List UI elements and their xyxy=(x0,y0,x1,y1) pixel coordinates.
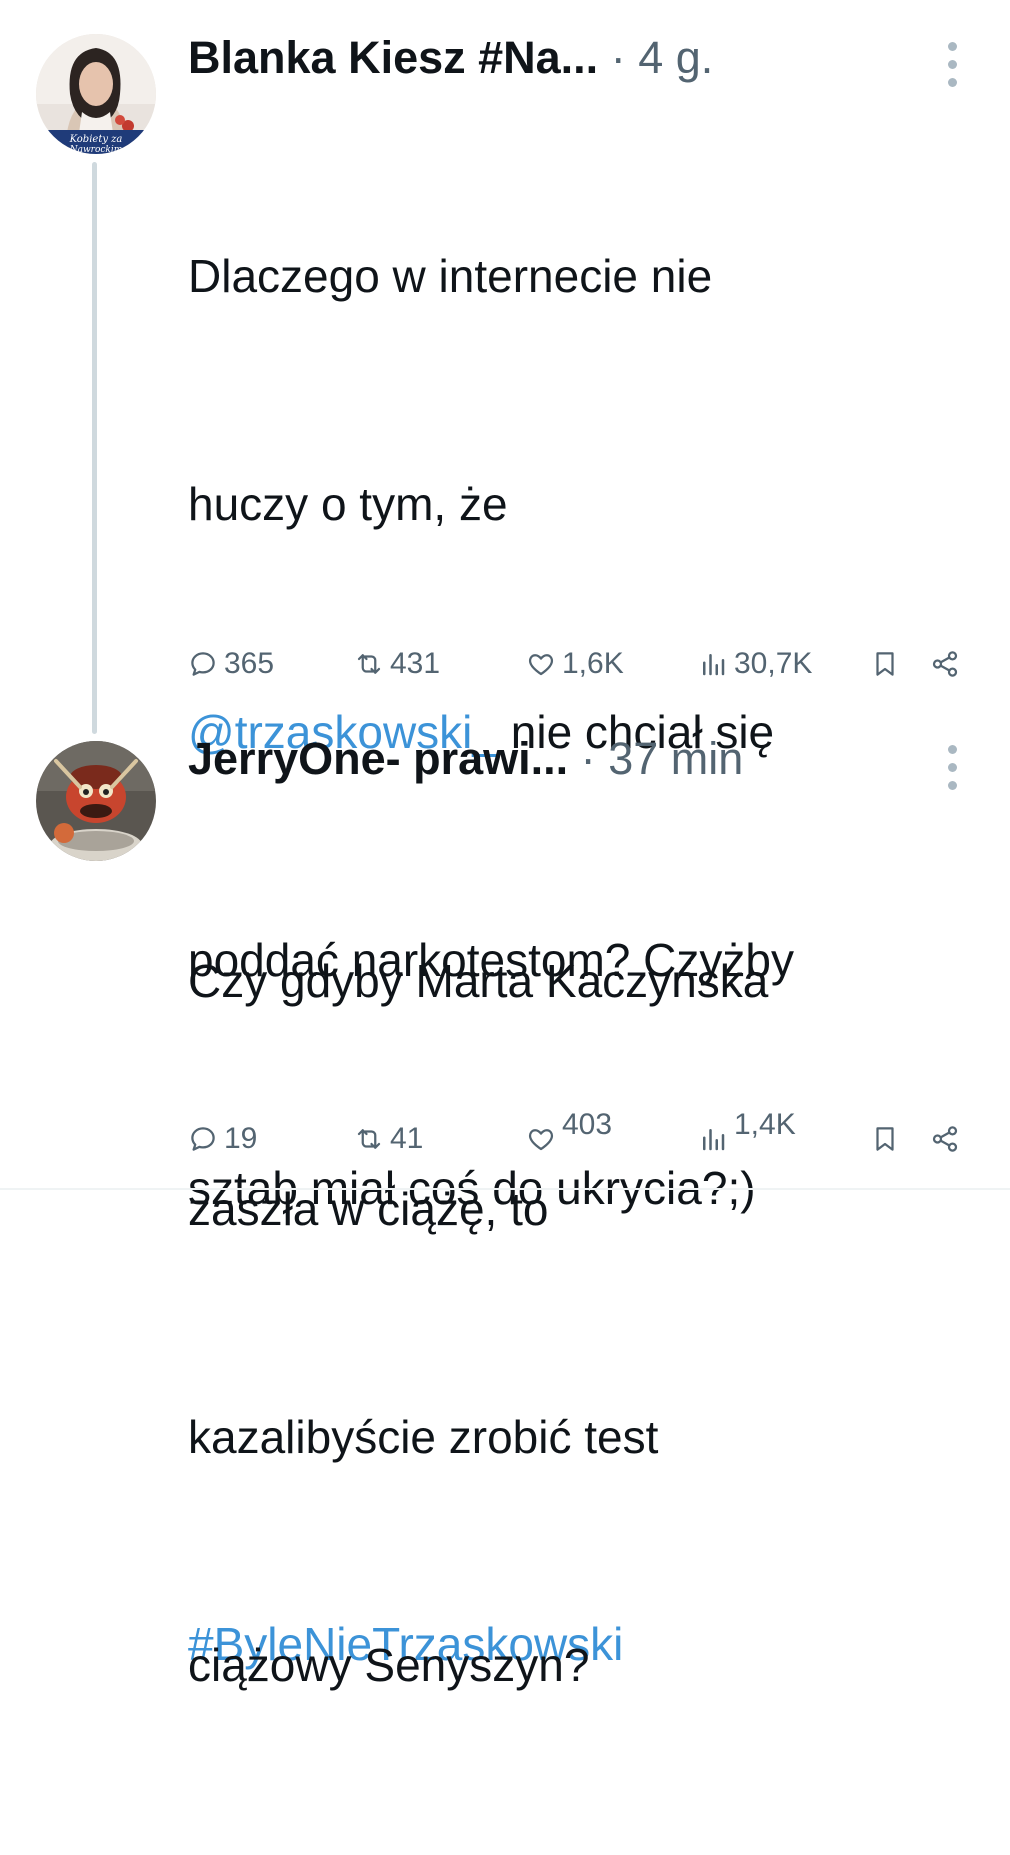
tweet-header: JerryOne- prawi... · 37 min xyxy=(188,729,743,789)
text-line: Czy gdyby Marta Kaczyńska xyxy=(188,955,769,1007)
share-icon xyxy=(930,649,960,679)
timestamp[interactable]: 4 g. xyxy=(638,32,713,83)
text-line: ciążowy Senyszyn? xyxy=(188,1639,590,1691)
reply-count: 19 xyxy=(224,1122,258,1155)
action-bar: 19 41 403 1,4K xyxy=(188,1108,978,1161)
reply-button[interactable]: 19 xyxy=(188,1117,257,1161)
views-icon xyxy=(698,1124,728,1154)
tweet-header: Blanka Kiesz #Na... · 4 g. xyxy=(188,28,713,88)
like-count: 1,6K xyxy=(562,647,624,680)
like-button[interactable]: 1,6K xyxy=(526,642,624,686)
text-line: huczy o tym, że xyxy=(188,478,508,530)
divider xyxy=(0,1188,1010,1190)
separator: · xyxy=(610,32,626,83)
reply-icon xyxy=(188,649,218,679)
retweet-button[interactable]: 41 xyxy=(354,1117,423,1161)
reply-count: 365 xyxy=(224,647,275,680)
share-icon xyxy=(930,1124,960,1154)
svg-text:Nawrockim: Nawrockim xyxy=(69,145,123,154)
retweet-button[interactable]: 431 xyxy=(354,642,440,686)
tweet-text: Czy gdyby Marta Kaczyńska zaszła w ciążę… xyxy=(188,791,988,1855)
share-button[interactable] xyxy=(930,1117,960,1161)
like-icon xyxy=(526,649,556,679)
text-line: Dlaczego w internecie nie xyxy=(188,250,713,302)
bookmark-icon xyxy=(870,649,900,679)
svg-text:Kobiety za: Kobiety za xyxy=(69,134,123,145)
more-icon[interactable] xyxy=(946,42,958,87)
share-button[interactable] xyxy=(930,642,960,686)
avatar[interactable] xyxy=(36,741,156,861)
views-count: 1,4K xyxy=(734,1108,796,1141)
timestamp[interactable]: 37 min xyxy=(608,733,743,784)
bookmark-icon xyxy=(870,1124,900,1154)
views-button[interactable]: 1,4K xyxy=(698,1108,796,1161)
author-name[interactable]: Blanka Kiesz #Na... xyxy=(188,32,598,83)
retweet-icon xyxy=(354,1124,384,1154)
retweet-count: 41 xyxy=(390,1122,424,1155)
more-icon[interactable] xyxy=(946,745,958,790)
text-line: zaszła w ciążę, to xyxy=(188,1183,549,1235)
separator: · xyxy=(580,733,596,784)
bookmark-button[interactable] xyxy=(870,642,900,686)
retweet-count: 431 xyxy=(390,647,441,680)
tweet-2[interactable]: JerryOne- prawi... · 37 min Czy gdyby Ma… xyxy=(0,733,1010,1691)
reply-icon xyxy=(188,1124,218,1154)
like-count: 403 xyxy=(562,1108,613,1141)
like-button[interactable]: 403 xyxy=(526,1108,612,1161)
reply-button[interactable]: 365 xyxy=(188,642,274,686)
views-icon xyxy=(698,649,728,679)
bookmark-button[interactable] xyxy=(870,1117,900,1161)
tweet-1[interactable]: Kobiety za Nawrockim Blanka Kiesz #Na...… xyxy=(0,0,1010,1670)
views-button[interactable]: 30,7K xyxy=(698,642,812,686)
retweet-icon xyxy=(354,649,384,679)
author-name[interactable]: JerryOne- prawi... xyxy=(188,733,568,784)
action-bar: 365 431 1,6K 30,7K xyxy=(188,642,978,686)
text-line: kazalibyście zrobić test xyxy=(188,1411,659,1463)
thread-line xyxy=(92,162,97,734)
like-icon xyxy=(526,1124,556,1154)
avatar[interactable]: Kobiety za Nawrockim xyxy=(36,34,156,154)
views-count: 30,7K xyxy=(734,647,813,680)
